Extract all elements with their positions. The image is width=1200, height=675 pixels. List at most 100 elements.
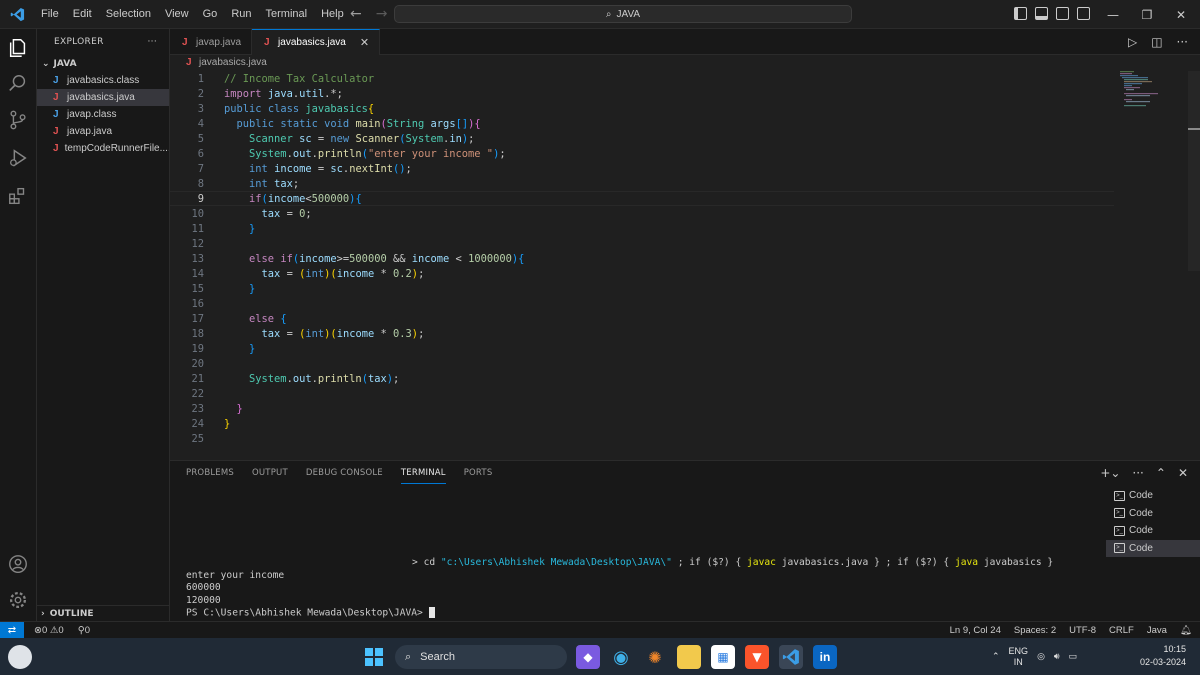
line-number: 16: [191, 297, 204, 310]
menu-go[interactable]: Go: [196, 8, 225, 20]
run-play-icon[interactable]: ▷: [1128, 35, 1137, 49]
more-actions-icon[interactable]: ···: [1132, 466, 1143, 480]
chevron-up-icon[interactable]: ⌃: [992, 651, 1000, 662]
tab-terminal[interactable]: TERMINAL: [400, 468, 446, 484]
line-number: 24: [191, 417, 204, 430]
menu-terminal[interactable]: Terminal: [259, 8, 315, 20]
minimize-icon[interactable]: —: [1096, 8, 1130, 22]
code-line: 17 else {: [170, 311, 1114, 326]
forward-arrow-icon[interactable]: →: [376, 6, 388, 22]
file-label: javap.java: [67, 126, 113, 137]
edge-browser-icon[interactable]: ◉: [609, 645, 633, 669]
code-text: int tax;: [249, 177, 300, 190]
terminal-instance[interactable]: >_ Code: [1106, 522, 1200, 540]
vscode-taskbar-icon[interactable]: [779, 645, 803, 669]
battery-icon[interactable]: ▭: [1069, 651, 1078, 662]
ports-status[interactable]: ⚲0: [78, 625, 90, 636]
blender-icon[interactable]: ✺: [643, 645, 667, 669]
notifications-bell-icon[interactable]: 🔔︎: [1180, 625, 1192, 636]
status-left: ⊗0 ⚠0 ⚲0: [34, 625, 90, 636]
file-item-javabasics-java[interactable]: J javabasics.java: [37, 89, 169, 106]
menu-view[interactable]: View: [158, 8, 196, 20]
maximize-panel-icon[interactable]: ⌃: [1156, 466, 1166, 480]
search-view-icon[interactable]: [7, 73, 29, 95]
wifi-icon[interactable]: ◎: [1037, 651, 1045, 662]
code-line: 12: [170, 236, 1114, 251]
file-item-javap-class[interactable]: J javap.class: [37, 106, 169, 123]
back-arrow-icon[interactable]: ←: [350, 6, 362, 22]
terminal-output[interactable]: > cd "c:\Users\Abhishek Mewada\Desktop\J…: [186, 557, 1096, 620]
indentation[interactable]: Spaces: 2: [1014, 625, 1056, 636]
terminal-instance[interactable]: >_ Code: [1106, 487, 1200, 505]
close-window-icon[interactable]: ✕: [1164, 8, 1198, 22]
close-panel-icon[interactable]: ✕: [1178, 466, 1188, 480]
terminal-instance-active[interactable]: >_ Code: [1106, 539, 1200, 557]
menu-file[interactable]: File: [34, 8, 66, 20]
maximize-icon[interactable]: ❐: [1130, 8, 1164, 22]
java-file-icon: J: [53, 143, 59, 154]
problems-status[interactable]: ⊗0 ⚠0: [34, 625, 64, 636]
terminal-instance[interactable]: >_ Code: [1106, 505, 1200, 523]
source-control-icon[interactable]: [7, 109, 29, 131]
taskbar-search[interactable]: ⌕ Search: [395, 645, 567, 669]
split-editor-icon[interactable]: ◫: [1151, 35, 1162, 49]
outline-label: OUTLINE: [49, 608, 94, 619]
language-mode[interactable]: Java: [1147, 625, 1167, 636]
weather-widget-icon[interactable]: [8, 645, 32, 669]
customize-layout-icon[interactable]: [1077, 7, 1090, 20]
tab-ports[interactable]: PORTS: [464, 468, 493, 484]
tab-javabasics-java[interactable]: J javabasics.java ✕: [252, 29, 381, 55]
toggle-secondary-sidebar-icon[interactable]: [1056, 7, 1069, 20]
editor-scrollbar[interactable]: [1188, 71, 1200, 271]
encoding[interactable]: UTF-8: [1069, 625, 1096, 636]
tab-output[interactable]: OUTPUT: [252, 468, 288, 484]
menu-selection[interactable]: Selection: [99, 8, 158, 20]
outline-section[interactable]: › OUTLINE: [37, 605, 170, 621]
tab-problems[interactable]: PROBLEMS: [186, 468, 234, 484]
toggle-sidebar-icon[interactable]: [1014, 7, 1027, 20]
breadcrumb[interactable]: J javabasics.java: [186, 57, 267, 68]
file-explorer-icon[interactable]: [677, 645, 701, 669]
code-text: }: [249, 222, 256, 235]
brave-browser-icon[interactable]: ▼: [745, 645, 769, 669]
code-editor[interactable]: 1 // Income Tax Calculator 2 import java.u…: [170, 71, 1186, 454]
file-item-javap-java[interactable]: J javap.java: [37, 123, 169, 140]
terminal-cursor: [428, 607, 435, 618]
tab-label: javabasics.java: [278, 37, 346, 48]
volume-icon[interactable]: 🔊︎: [1054, 651, 1060, 662]
explorer-icon[interactable]: [7, 37, 29, 59]
menu-help[interactable]: Help: [314, 8, 351, 20]
taskbar-clock[interactable]: 10:15 02-03-2024: [1140, 643, 1186, 669]
linkedin-icon[interactable]: in: [813, 645, 837, 669]
code-text: public class javabasics{: [224, 102, 375, 115]
toggle-panel-icon[interactable]: [1035, 7, 1048, 20]
run-debug-icon[interactable]: [7, 147, 29, 169]
more-actions-icon[interactable]: ···: [148, 37, 157, 47]
cursor-position[interactable]: Ln 9, Col 24: [950, 625, 1001, 636]
settings-gear-icon[interactable]: [7, 589, 29, 611]
minimap[interactable]: [1120, 71, 1176, 111]
language-indicator[interactable]: ENG IN: [1009, 646, 1029, 668]
command-center-search[interactable]: ⌕ JAVA: [394, 5, 852, 23]
new-terminal-icon[interactable]: +⌄: [1100, 466, 1120, 480]
extensions-icon[interactable]: [7, 185, 29, 207]
close-tab-icon[interactable]: ✕: [360, 36, 369, 49]
terminal-label: Code: [1129, 525, 1153, 537]
file-item-javabasics-class[interactable]: J javabasics.class: [37, 72, 169, 89]
folder-java[interactable]: ⌄ JAVA: [37, 55, 169, 72]
panel-actions: +⌄ ··· ⌃ ✕: [1100, 466, 1188, 480]
copilot-icon[interactable]: ◆: [576, 645, 600, 669]
menu-edit[interactable]: Edit: [66, 8, 99, 20]
accounts-icon[interactable]: [7, 553, 29, 575]
line-number: 19: [191, 342, 204, 355]
more-actions-icon[interactable]: ···: [1177, 35, 1188, 49]
tab-debug-console[interactable]: DEBUG CONSOLE: [306, 468, 383, 484]
file-item-tempcoderunnerfile[interactable]: J tempCodeRunnerFile....: [37, 140, 169, 157]
tab-javap-java[interactable]: J javap.java: [170, 29, 253, 55]
remote-indicator-icon[interactable]: ⇄: [0, 621, 24, 639]
vscode-logo-icon: [0, 0, 34, 29]
microsoft-store-icon[interactable]: ▦: [711, 645, 735, 669]
windows-start-icon[interactable]: [362, 645, 386, 669]
menu-run[interactable]: Run: [224, 8, 258, 20]
end-of-line[interactable]: CRLF: [1109, 625, 1134, 636]
